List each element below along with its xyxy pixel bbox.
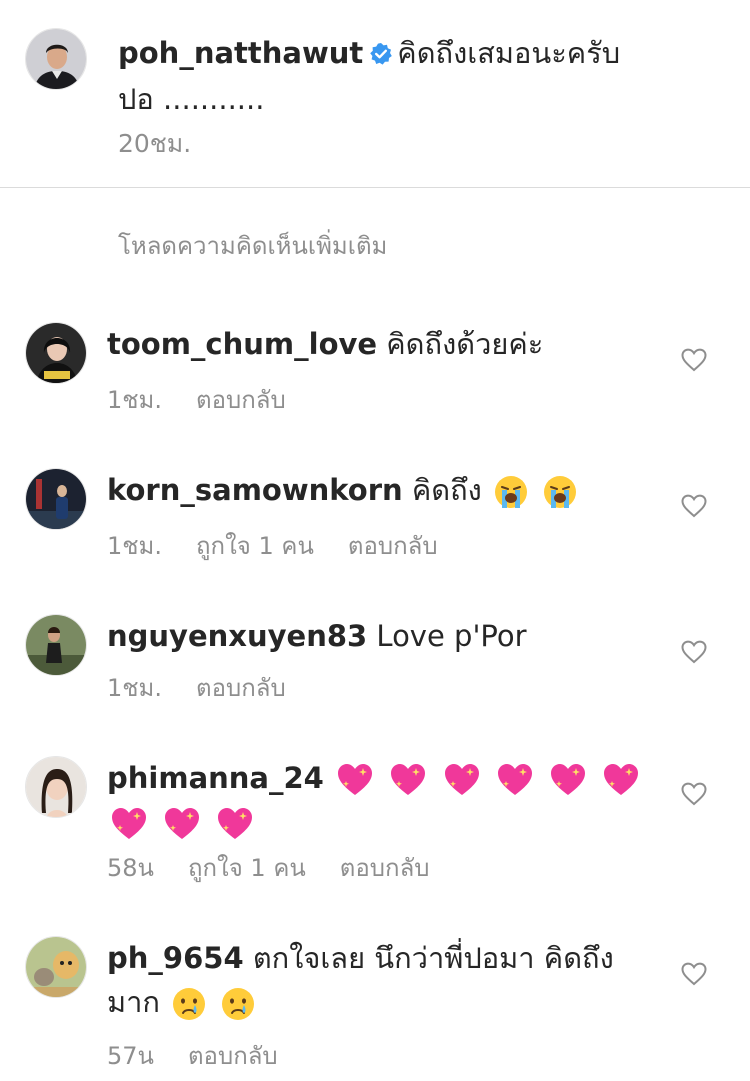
crying-face-emoji <box>220 986 256 1022</box>
post-author-avatar[interactable] <box>25 28 87 90</box>
loudly-crying-face-emoji <box>493 474 529 510</box>
loudly-crying-face-emoji <box>542 474 578 510</box>
comment-time: 1ชม. <box>107 386 163 414</box>
reply-button[interactable]: ตอบกลับ <box>196 674 286 702</box>
likes-count[interactable]: ถูกใจ 1 คน <box>196 532 314 560</box>
verified-badge-icon <box>369 33 393 65</box>
sparkling-heart-emoji <box>162 805 202 843</box>
commenter-avatar[interactable] <box>25 468 87 530</box>
comment-username[interactable]: phimanna_24 <box>107 761 324 795</box>
comment-time: 57น <box>107 1042 154 1070</box>
comment-username[interactable]: toom_chum_love <box>107 327 377 361</box>
likes-count[interactable]: ถูกใจ 1 คน <box>188 854 306 882</box>
comment-username[interactable]: ph_9654 <box>107 941 244 975</box>
comment-meta: 58น ถูกใจ 1 คน ตอบกลับ <box>107 848 464 887</box>
comment-body-line2: มาก <box>107 985 160 1019</box>
commenter-avatar[interactable] <box>25 322 87 384</box>
divider <box>0 187 750 188</box>
caption-line-2: ปอ ........... <box>118 82 265 116</box>
comment-text: ph_9654 ตกใจเลย นึกว่าพี่ปอมา คิดถึงมาก <box>107 936 647 1024</box>
comment-meta: 1ชม. ถูกใจ 1 คน ตอบกลับ <box>107 526 472 565</box>
post-caption: poh_natthawut คิดถึงเสมอนะครับปอ ........… <box>0 0 750 188</box>
crying-face-emoji <box>171 986 207 1022</box>
sparkling-heart-emoji <box>109 805 149 843</box>
comment-username[interactable]: nguyenxuyen83 <box>107 619 367 653</box>
commenter-avatar[interactable] <box>25 756 87 818</box>
comment-body: Love p'Por <box>376 619 527 653</box>
sparkling-heart-emoji <box>335 761 375 799</box>
reply-button[interactable]: ตอบกลับ <box>340 854 430 882</box>
heart-outline-icon[interactable] <box>681 640 707 664</box>
comment-body: คิดถึง <box>411 473 482 507</box>
comment-time: 1ชม. <box>107 674 163 702</box>
comment-text: phimanna_24 <box>107 756 647 844</box>
comment-time: 1ชม. <box>107 532 163 560</box>
reply-button[interactable]: ตอบกลับ <box>188 1042 278 1070</box>
commenter-avatar[interactable] <box>25 936 87 998</box>
comment-meta: 1ชม. ตอบกลับ <box>107 668 320 707</box>
comment-text: korn_samownkorn คิดถึง <box>107 468 647 512</box>
sparkling-heart-emoji <box>601 761 641 799</box>
sparkling-heart-emoji <box>388 761 428 799</box>
caption-text: poh_natthawut คิดถึงเสมอนะครับปอ ........… <box>118 30 638 122</box>
comment-text: nguyenxuyen83 Love p'Por <box>107 614 647 658</box>
comment-body: คิดถึงด้วยค่ะ <box>386 327 544 361</box>
heart-outline-icon[interactable] <box>681 962 707 986</box>
sparkling-heart-emoji <box>215 805 255 843</box>
comment-meta: 1ชม. ตอบกลับ <box>107 380 320 419</box>
post-username[interactable]: poh_natthawut <box>118 36 363 70</box>
load-more-comments-button[interactable]: โหลดความคิดเห็นเพิ่มเติม <box>118 226 387 265</box>
post-timestamp: 20ชม. <box>118 129 192 158</box>
comment-body: ตกใจเลย นึกว่าพี่ปอมา คิดถึง <box>252 941 614 975</box>
reply-button[interactable]: ตอบกลับ <box>348 532 438 560</box>
comment-meta: 57น ตอบกลับ <box>107 1036 312 1075</box>
heart-outline-icon[interactable] <box>681 494 707 518</box>
sparkling-heart-emoji <box>548 761 588 799</box>
heart-outline-icon[interactable] <box>681 782 707 806</box>
commenter-avatar[interactable] <box>25 614 87 676</box>
sparkling-heart-emoji <box>495 761 535 799</box>
comment-username[interactable]: korn_samownkorn <box>107 473 403 507</box>
sparkling-heart-emoji <box>442 761 482 799</box>
comment-text: toom_chum_love คิดถึงด้วยค่ะ <box>107 322 647 366</box>
reply-button[interactable]: ตอบกลับ <box>196 386 286 414</box>
comment-time: 58น <box>107 854 154 882</box>
caption-line-1: คิดถึงเสมอนะครับ <box>397 36 621 70</box>
heart-outline-icon[interactable] <box>681 348 707 372</box>
